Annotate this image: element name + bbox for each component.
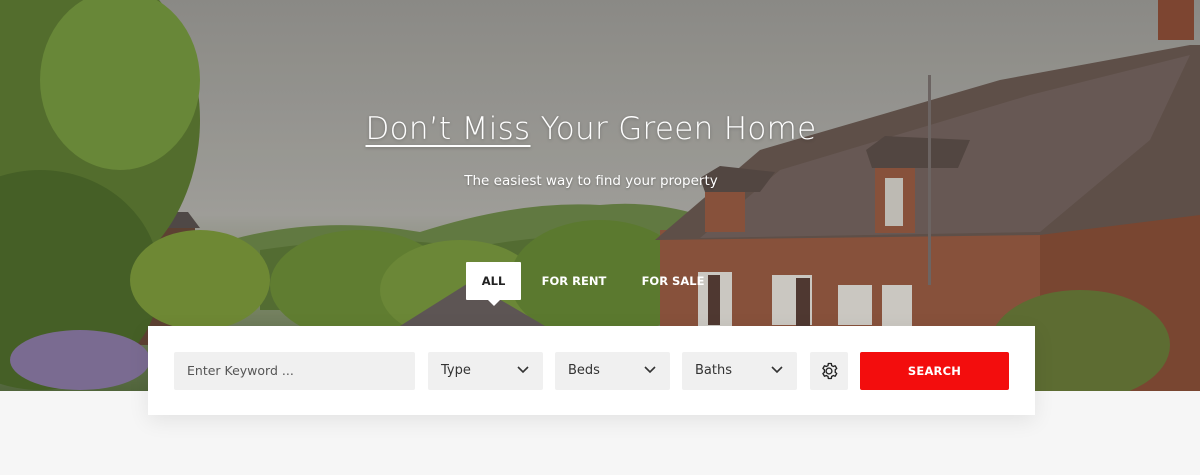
beds-select-label: Beds: [568, 363, 600, 378]
tab-for-sale[interactable]: FOR SALE: [638, 262, 708, 300]
tab-all[interactable]: ALL: [466, 262, 521, 306]
listing-type-tabs: ALL FOR RENT FOR SALE: [0, 262, 1200, 306]
baths-select-label: Baths: [695, 363, 732, 378]
keyword-input[interactable]: Enter Keyword ...: [174, 352, 415, 390]
hero-subheadline: The easiest way to find your property: [464, 173, 718, 189]
beds-select[interactable]: Beds: [555, 352, 670, 390]
page: Don’t Miss Your Green Home The easiest w…: [0, 0, 1200, 475]
search-panel: Enter Keyword ... Type Beds Baths SEARCH: [148, 326, 1035, 415]
type-select-label: Type: [441, 363, 471, 378]
hero-headline-emphasis: Don’t Miss: [365, 111, 531, 147]
tab-for-rent[interactable]: FOR RENT: [538, 262, 610, 300]
search-button[interactable]: SEARCH: [860, 352, 1009, 390]
chevron-down-icon: [644, 366, 656, 374]
hero-headline: Don’t Miss Your Green Home: [0, 111, 1182, 147]
hero-headline-rest: Your Green Home: [530, 111, 817, 147]
chevron-down-icon: [517, 366, 529, 374]
advanced-search-button[interactable]: [810, 352, 848, 390]
baths-select[interactable]: Baths: [682, 352, 797, 390]
type-select[interactable]: Type: [428, 352, 543, 390]
gear-icon: [822, 362, 838, 380]
chevron-down-icon: [771, 366, 783, 374]
